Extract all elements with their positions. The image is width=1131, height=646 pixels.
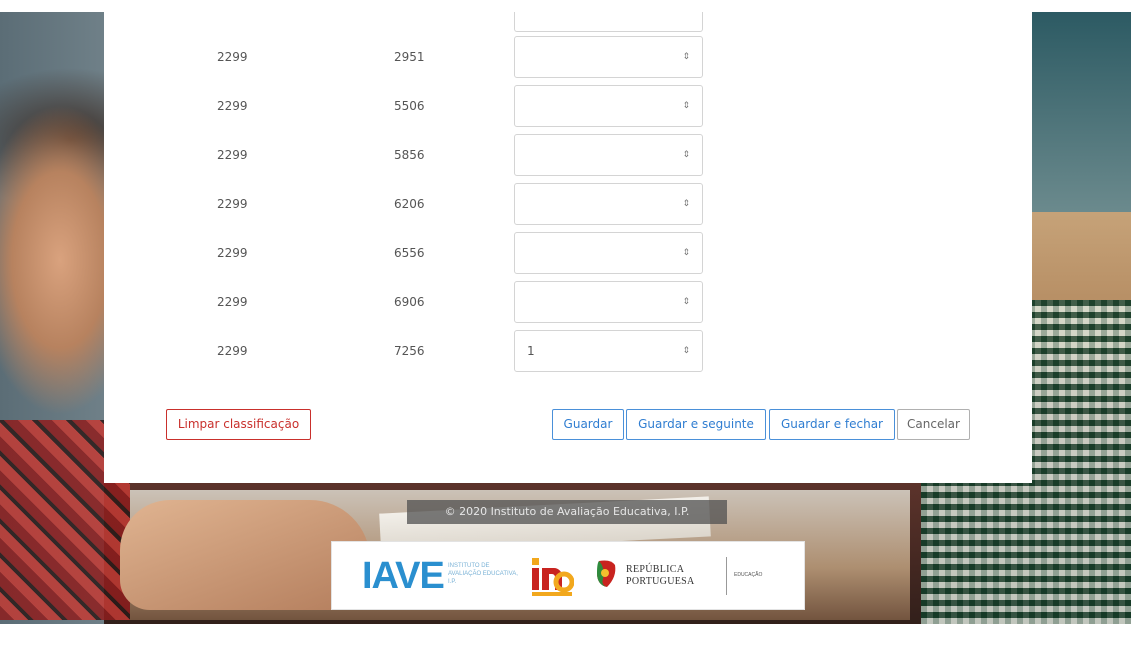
- response-id-cell: 2951: [394, 50, 425, 64]
- cancel-button[interactable]: Cancelar: [897, 409, 970, 440]
- response-id-cell: 6906: [394, 295, 425, 309]
- grading-panel: 2299 2951 ⇕ 2299 5506 ⇕ 2299 5856 ⇕ 2299…: [104, 12, 1032, 483]
- partner-logos: IAVE INSTITUTO DE AVALIAÇÃO EDUCATIVA, I…: [331, 541, 805, 610]
- select-arrows-icon: ⇕: [682, 346, 690, 356]
- iave-logo-subtitle: INSTITUTO DE AVALIAÇÃO EDUCATIVA, I.P.: [448, 563, 518, 585]
- grade-select[interactable]: ⇕: [514, 36, 703, 78]
- row-id-cell: 2299: [217, 148, 248, 162]
- row-id-cell: 2299: [217, 246, 248, 260]
- row-id-cell: 2299: [217, 99, 248, 113]
- select-arrows-icon: ⇕: [682, 248, 690, 258]
- educacao-label: EDUCAÇÃO: [734, 572, 763, 578]
- table-row: 2299 5856 ⇕: [104, 134, 1032, 176]
- select-arrows-icon: ⇕: [682, 297, 690, 307]
- table-row: 2299 6556 ⇕: [104, 232, 1032, 274]
- save-and-next-button[interactable]: Guardar e seguinte: [626, 409, 766, 440]
- grade-select-partial[interactable]: [514, 12, 703, 32]
- response-id-cell: 5856: [394, 148, 425, 162]
- response-id-cell: 6206: [394, 197, 425, 211]
- select-arrows-icon: ⇕: [682, 150, 690, 160]
- table-row: 2299 6206 ⇕: [104, 183, 1032, 225]
- grade-select[interactable]: 1 ⇕: [514, 330, 703, 372]
- table-row: 2299 5506 ⇕: [104, 85, 1032, 127]
- table-row: 2299 2951 ⇕: [104, 36, 1032, 78]
- grade-select[interactable]: ⇕: [514, 85, 703, 127]
- table-row: 2299 6906 ⇕: [104, 281, 1032, 323]
- select-arrows-icon: ⇕: [682, 199, 690, 209]
- top-bar: [0, 0, 1131, 12]
- grade-select[interactable]: ⇕: [514, 232, 703, 274]
- jne-logo-icon: [532, 558, 574, 596]
- iave-logo: IAVE: [362, 555, 445, 597]
- row-id-cell: 2299: [217, 344, 248, 358]
- republica-flag-icon: [597, 560, 616, 587]
- select-arrows-icon: ⇕: [682, 52, 690, 62]
- republica-portuguesa-text: REPÚBLICA PORTUGUESA: [626, 564, 695, 588]
- grade-select-value: 1: [527, 344, 535, 358]
- response-id-cell: 6556: [394, 246, 425, 260]
- portuguesa-line: PORTUGUESA: [626, 576, 695, 587]
- background-wall: [1031, 12, 1131, 212]
- table-row: 2299 7256 1 ⇕: [104, 330, 1032, 372]
- grade-select[interactable]: ⇕: [514, 281, 703, 323]
- row-id-cell: 2299: [217, 50, 248, 64]
- response-id-cell: 5506: [394, 99, 425, 113]
- republica-line: REPÚBLICA: [626, 564, 685, 575]
- row-id-cell: 2299: [217, 295, 248, 309]
- row-id-cell: 2299: [217, 197, 248, 211]
- select-arrows-icon: ⇕: [682, 101, 690, 111]
- bottom-bar: [0, 624, 1131, 646]
- save-and-close-button[interactable]: Guardar e fechar: [769, 409, 895, 440]
- logo-divider: [726, 557, 727, 595]
- copyright-text: © 2020 Instituto de Avaliação Educativa,…: [407, 500, 727, 524]
- response-id-cell: 7256: [394, 344, 425, 358]
- save-button[interactable]: Guardar: [552, 409, 624, 440]
- clear-grading-button[interactable]: Limpar classificação: [166, 409, 311, 440]
- grade-select[interactable]: ⇕: [514, 134, 703, 176]
- grade-select[interactable]: ⇕: [514, 183, 703, 225]
